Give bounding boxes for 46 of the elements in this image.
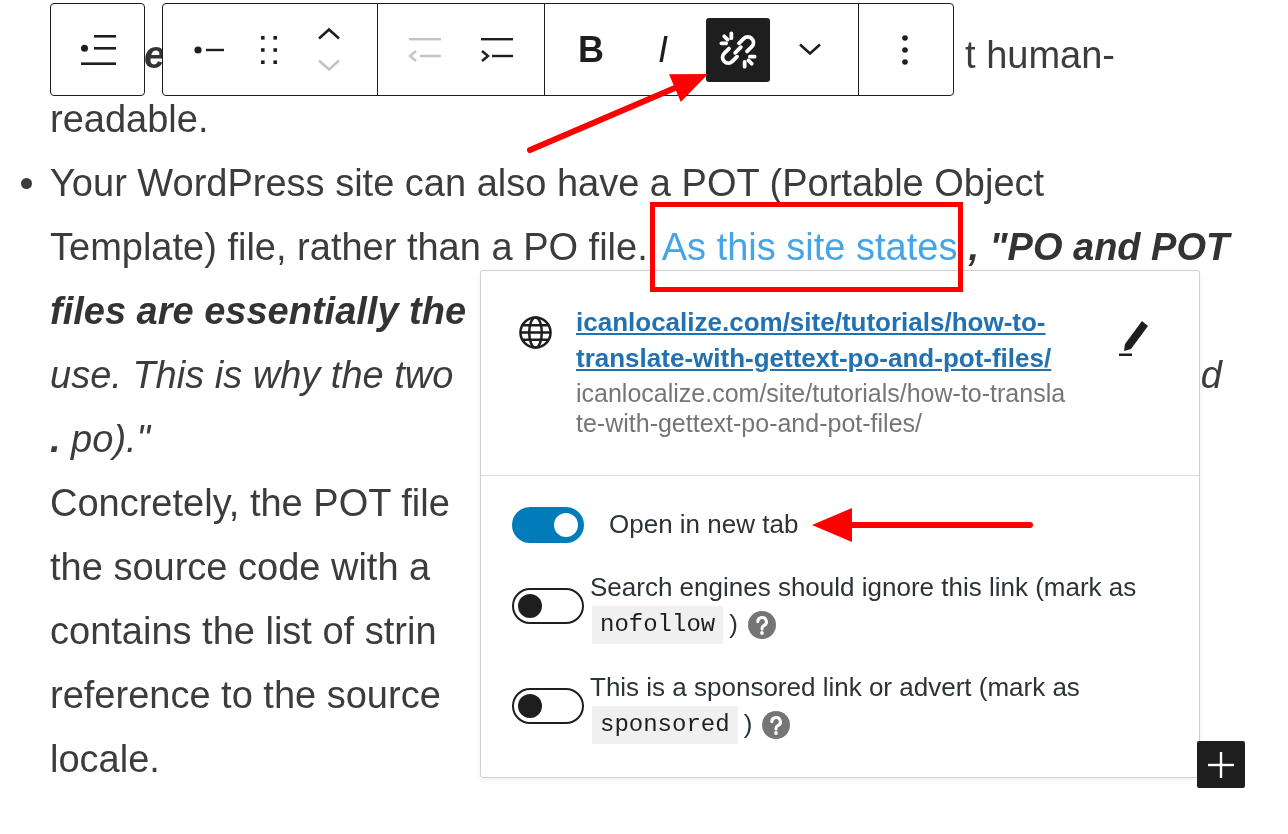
code-tag: nofollow	[592, 605, 724, 644]
body-text: contains the list of strin	[50, 609, 437, 654]
link-button[interactable]	[706, 17, 770, 82]
italic-button[interactable]: I	[631, 17, 695, 82]
body-text: t human-	[965, 33, 1115, 78]
outdent-icon	[407, 37, 441, 62]
block-type-button[interactable]	[50, 3, 145, 96]
toggle-label: Open in new tab	[609, 508, 799, 541]
toggle-switch[interactable]	[512, 688, 584, 724]
body-text: Concretely, the POT file	[50, 481, 450, 526]
chevron-down-icon	[317, 59, 341, 72]
bullet-list-icon	[194, 45, 224, 54]
help-icon[interactable]	[747, 610, 776, 639]
body-text: the source code with a	[50, 545, 431, 590]
toggle-label: This is a sponsored link or advert (mark as	[590, 671, 1080, 704]
add-block-button[interactable]	[1197, 741, 1245, 788]
drag-handle-icon	[261, 35, 277, 64]
chevron-up-icon	[317, 27, 341, 40]
bold-button[interactable]: B	[559, 17, 623, 82]
link-url[interactable]: icanlocalize.com/site/tutorials/how-to-translate-with-gettext-po-and-pot-files/	[576, 304, 1096, 376]
toggle-label: Search engines should ignore this link (mark as	[590, 571, 1137, 604]
plus-icon	[1208, 751, 1234, 778]
globe-icon	[519, 316, 552, 349]
body-text: Template) file, rather than a PO file.	[50, 225, 648, 270]
toggle-label: )	[743, 708, 753, 741]
body-text: locale.	[50, 737, 160, 782]
indent-icon	[479, 37, 513, 62]
chevron-down-icon	[798, 43, 822, 56]
url-text: icanlocalize.com/site/tutorials/how-to-translate-with-gettext-po-and-pot-files/	[576, 378, 1067, 438]
body-text: , "PO and POT	[968, 225, 1230, 270]
broken-link-icon	[719, 30, 757, 69]
body-text: . po)."	[50, 417, 151, 462]
body-text: readable.	[50, 97, 209, 142]
body-text: files are essentially the	[50, 289, 467, 334]
toggle-switch[interactable]	[512, 506, 584, 543]
toggle-switch[interactable]	[512, 588, 584, 624]
code-tag: sponsored	[592, 705, 738, 744]
body-text: use. This is why the two	[50, 353, 454, 398]
body-text: d	[1200, 353, 1222, 398]
list-icon	[79, 34, 116, 65]
body-text: reference to the source	[50, 673, 441, 718]
help-icon[interactable]	[762, 710, 791, 739]
body-text: Your WordPress site can also have a POT (Portable Object	[50, 161, 1045, 206]
list-bullet-icon	[21, 177, 32, 189]
kebab-menu-icon	[902, 34, 908, 65]
toggle-label: )	[729, 608, 738, 641]
